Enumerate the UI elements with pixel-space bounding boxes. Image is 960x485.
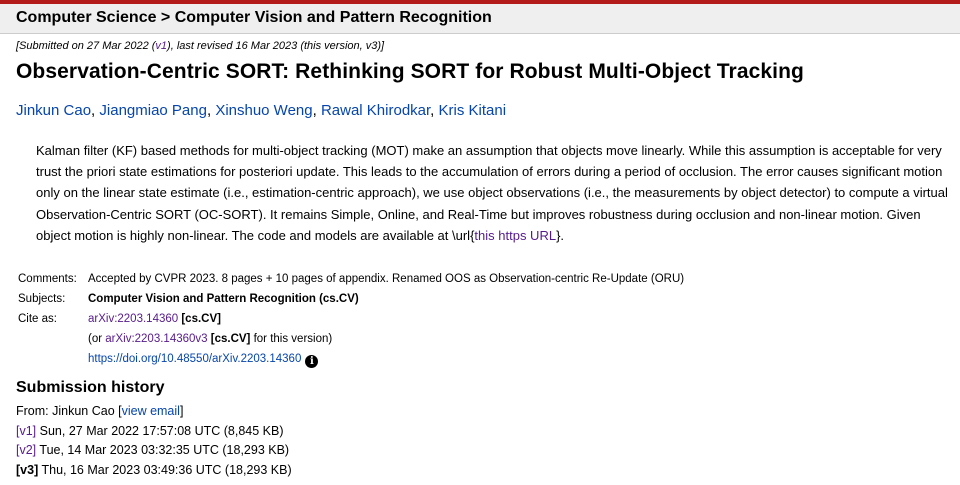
version-v2-link[interactable]: [v2] — [16, 443, 36, 457]
author-link[interactable]: Kris Kitani — [439, 102, 507, 119]
subjects-label: Subjects: — [18, 293, 66, 305]
abstract-text: }. — [556, 227, 565, 243]
abstract-text: object motion is highly non-linear. The … — [36, 227, 475, 243]
abstract: Kalman filter (KF) based methods for mul… — [36, 140, 960, 246]
author-link[interactable]: Xinshuo Weng — [215, 102, 312, 119]
version-date: Thu, 16 Mar 2023 03:49:36 UTC (18,293 KB… — [38, 462, 292, 477]
author-link[interactable]: Jiangmiao Pang — [99, 102, 207, 119]
arxiv-version-link[interactable]: arXiv:2203.14360v3 — [105, 333, 207, 345]
dateline-suffix: ), last revised 16 Mar 2023 (this versio… — [167, 40, 385, 52]
history-version-row: [v2] Tue, 14 Mar 2023 03:32:35 UTC (18,2… — [16, 441, 292, 461]
submission-history: From: Jinkun Cao [view email] [v1] Sun, … — [16, 402, 292, 480]
author-separator: , — [312, 102, 321, 119]
code-url-link[interactable]: this https URL — [474, 228, 556, 243]
comments-value: Accepted by CVPR 2023. 8 pages + 10 page… — [88, 273, 685, 285]
version-date: Tue, 14 Mar 2023 03:32:35 UTC (18,293 KB… — [36, 443, 290, 457]
submission-dateline: [Submitted on 27 Mar 2022 (v1), last rev… — [16, 40, 384, 52]
subjects-value: Computer Vision and Pattern Recognition … — [88, 289, 359, 309]
view-email-link[interactable]: view email — [122, 404, 180, 418]
breadcrumb: Computer Science > Computer Vision and P… — [16, 9, 492, 27]
breadcrumb-cv-pr[interactable]: Computer Vision and Pattern Recognition — [175, 9, 492, 26]
from-prefix: From: Jinkun Cao [ — [16, 404, 122, 418]
dateline-v1-link[interactable]: v1 — [155, 40, 167, 52]
breadcrumb-computer-science[interactable]: Computer Science — [16, 9, 156, 26]
version-v1-link[interactable]: [v1] — [16, 424, 36, 438]
dateline-prefix: [Submitted on 27 Mar 2022 ( — [16, 40, 156, 52]
primary-subject: Computer Vision and Pattern Recognition … — [88, 293, 359, 305]
abstract-line: only on the linear state estimate (i.e.,… — [36, 185, 948, 201]
cite-value: arXiv:2203.14360 [cs.CV] — [88, 309, 221, 329]
abstract-line: Observation-Centric SORT (OC-SORT). It r… — [36, 206, 921, 222]
history-version-row: [v3] Thu, 16 Mar 2023 03:49:36 UTC (18,2… — [16, 461, 292, 481]
info-icon[interactable]: i — [305, 355, 319, 368]
paper-title: Observation-Centric SORT: Rethinking SOR… — [16, 60, 804, 83]
header-bar: Computer Science > Computer Vision and P… — [0, 4, 960, 34]
doi-value: https://doi.org/10.48550/arXiv.2203.1436… — [88, 349, 319, 369]
abstract-line: Kalman filter (KF) based methods for mul… — [36, 143, 942, 158]
cite-category: [cs.CV] — [178, 313, 221, 325]
comments-label: Comments: — [18, 273, 77, 285]
history-version-row: [v1] Sun, 27 Mar 2022 17:57:08 UTC (8,84… — [16, 422, 292, 442]
abstract-line: object motion is highly non-linear. The … — [36, 225, 960, 246]
author-list: Jinkun Cao, Jiangmiao Pang, Xinshuo Weng… — [16, 102, 506, 119]
author-link[interactable]: Rawal Khirodkar — [321, 102, 430, 119]
submission-history-heading: Submission history — [16, 379, 165, 396]
cite-version-prefix: (or — [88, 333, 106, 345]
breadcrumb-separator: > — [156, 9, 175, 26]
cite-version-value: (or arXiv:2203.14360v3 [cs.CV] for this … — [88, 329, 332, 349]
cite-label: Cite as: — [18, 313, 57, 325]
history-from-line: From: Jinkun Cao [view email] — [16, 402, 292, 422]
author-link[interactable]: Jinkun Cao — [16, 102, 91, 119]
version-date: Sun, 27 Mar 2022 17:57:08 UTC (8,845 KB) — [36, 423, 284, 438]
author-separator: , — [430, 102, 439, 119]
from-suffix: ] — [179, 404, 184, 418]
arxiv-id-link[interactable]: arXiv:2203.14360 — [88, 313, 178, 325]
cite-version-suffix: for this version) — [250, 333, 333, 345]
doi-link[interactable]: https://doi.org/10.48550/arXiv.2203.1436… — [88, 353, 301, 365]
version-v3-current: [v3] — [16, 462, 39, 477]
abstract-line: trust the priori state estimations for p… — [36, 164, 943, 180]
cite-version-category: [cs.CV] — [207, 333, 251, 345]
